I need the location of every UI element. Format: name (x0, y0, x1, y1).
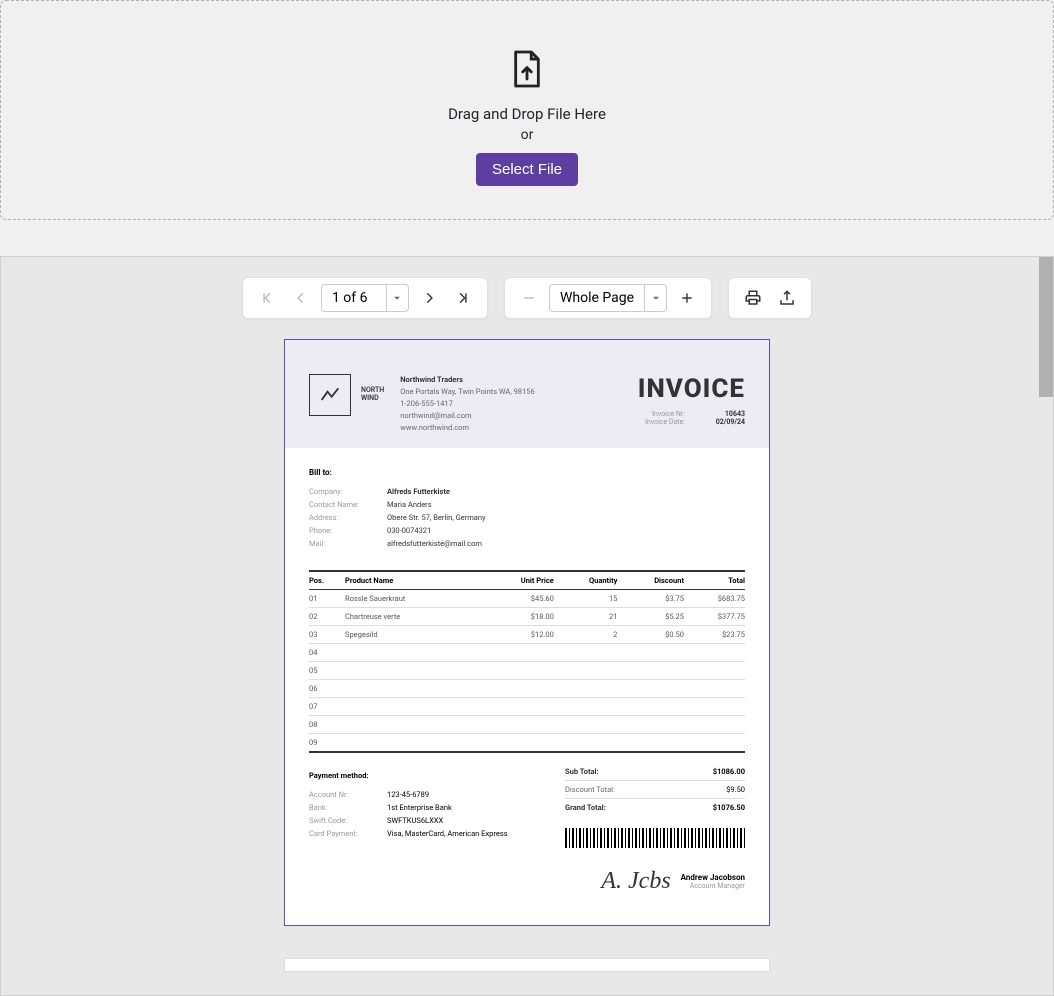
caret-down-icon (644, 285, 666, 311)
last-page-button[interactable] (449, 284, 477, 312)
export-button[interactable] (773, 284, 801, 312)
company-logo (309, 374, 351, 416)
invoice-body: Bill to: Company:Alfreds Futterkiste Con… (285, 448, 769, 925)
table-row: 02Chartreuse verte$18.0021$5.25$377.75 (309, 608, 745, 626)
table-row: 04 (309, 644, 745, 662)
signature-script: A. Jcbs (601, 868, 670, 895)
print-button[interactable] (739, 284, 767, 312)
select-file-button[interactable]: Select File (476, 153, 578, 186)
bill-to-label: Bill to: (309, 468, 745, 477)
zoom-in-button[interactable] (673, 284, 701, 312)
invoice-title-block: INVOICE Invoice Nr:10643 Invoice Date:02… (638, 374, 745, 426)
table-row: 03Spegesild$12.002$0.50$23.75 (309, 626, 745, 644)
company-info: Northwind Traders One Portals Way, Twin … (400, 374, 637, 434)
actions-group (728, 277, 812, 319)
table-row: 08 (309, 716, 745, 734)
document-area[interactable]: NORTHWIND Northwind Traders One Portals … (1, 339, 1053, 946)
table-row: 07 (309, 698, 745, 716)
payment-block: Payment method: Account Nr:123-45-6789 B… (309, 763, 545, 895)
table-row: 06 (309, 680, 745, 698)
dropzone-text: Drag and Drop File Here (448, 105, 606, 123)
table-row: 01Rossle Sauerkraut$45.6015$3.75$683.75 (309, 590, 745, 608)
prev-page-button[interactable] (287, 284, 315, 312)
next-page-peek (284, 958, 770, 972)
zoom-out-button[interactable] (515, 284, 543, 312)
page-select[interactable]: 1 of 6 (321, 284, 409, 312)
scrollbar-thumb[interactable] (1039, 257, 1053, 397)
first-page-button[interactable] (253, 284, 281, 312)
signatory-name: Andrew Jacobson (681, 873, 745, 882)
zoom-group: Whole Page (504, 277, 712, 319)
next-page-button[interactable] (415, 284, 443, 312)
invoice-title: INVOICE (638, 374, 745, 404)
page-display: 1 of 6 (322, 290, 386, 306)
barcode (565, 828, 745, 848)
pdf-viewer: 1 of 6 Whole Page (0, 256, 1054, 996)
table-row: 05 (309, 662, 745, 680)
table-header-row: Pos. Product Name Unit Price Quantity Di… (309, 571, 745, 590)
viewer-toolbar: 1 of 6 Whole Page (1, 257, 1053, 339)
totals-block: Sub Total:$1086.00 Discount Total:$9.50 … (565, 763, 745, 895)
pagination-group: 1 of 6 (242, 277, 488, 319)
invoice-header: NORTHWIND Northwind Traders One Portals … (285, 340, 769, 448)
zoom-display: Whole Page (550, 290, 644, 306)
zoom-select[interactable]: Whole Page (549, 284, 667, 312)
table-row: 09 (309, 734, 745, 753)
file-dropzone[interactable]: Drag and Drop File Here or Select File (0, 0, 1054, 220)
document-page: NORTHWIND Northwind Traders One Portals … (284, 339, 770, 926)
logo-text: NORTHWIND (361, 386, 384, 402)
line-items-table: Pos. Product Name Unit Price Quantity Di… (309, 570, 745, 753)
bill-to-grid: Company:Alfreds Futterkiste Contact Name… (309, 487, 745, 548)
file-upload-icon (510, 49, 544, 93)
dropzone-or-text: or (521, 127, 534, 143)
caret-down-icon (386, 285, 408, 311)
signatory-role: Account Manager (681, 882, 745, 890)
